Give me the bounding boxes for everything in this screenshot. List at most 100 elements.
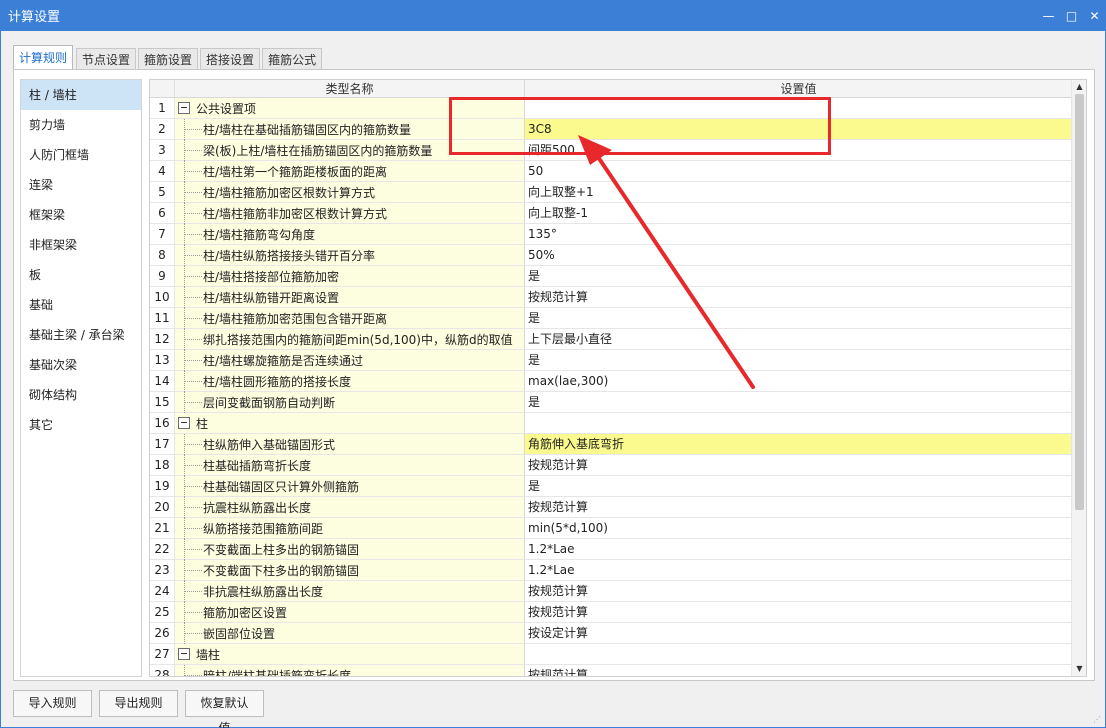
sidebar-item[interactable]: 其它 — [21, 410, 141, 440]
group-row[interactable]: 27 墙柱 — [150, 644, 1072, 665]
table-row[interactable]: 18 柱基础插筋弯折长度 按规范计算 — [150, 454, 1072, 476]
scroll-up-icon[interactable]: ▲ — [1072, 80, 1086, 94]
table-row[interactable]: 12 绑扎搭接范围内的箍筋间距min(5d,100)中，纵筋d的取值 上下层最小直径 — [150, 328, 1072, 350]
setting-value-cell[interactable]: 按设定计算 — [524, 623, 1072, 643]
tab-stirrup-formula[interactable]: 箍筋公式 — [262, 48, 323, 69]
table-row[interactable]: 9 柱/墙柱搭接部位箍筋加密 是 — [150, 265, 1072, 287]
tab-calc-rules[interactable]: 计算规则 — [13, 45, 74, 69]
row-index: 8 — [150, 245, 174, 265]
setting-value-cell[interactable]: 是 — [524, 476, 1072, 496]
table-row[interactable]: 20 抗震柱纵筋露出长度 按规范计算 — [150, 496, 1072, 518]
sidebar-item[interactable]: 剪力墙 — [21, 110, 141, 140]
table-row[interactable]: 14 柱/墙柱圆形箍筋的搭接长度 max(lae,300) — [150, 370, 1072, 392]
type-name-cell: 柱/墙柱箍筋非加密区根数计算方式 — [174, 202, 524, 224]
setting-value-cell[interactable]: 向上取整-1 — [524, 203, 1072, 223]
tree-line-icon — [175, 538, 203, 560]
import-rules-button[interactable]: 导入规则 — [13, 690, 92, 717]
table-row[interactable]: 21 纵筋搭接范围箍筋间距 min(5*d,100) — [150, 517, 1072, 539]
setting-value-cell[interactable]: 按规范计算 — [524, 602, 1072, 622]
close-icon[interactable]: ✕ — [1083, 0, 1106, 31]
table-row[interactable]: 22 不变截面上柱多出的钢筋锚固 1.2*Lae — [150, 538, 1072, 560]
setting-value-cell[interactable]: 上下层最小直径 — [524, 329, 1072, 349]
setting-value-cell[interactable]: 是 — [524, 266, 1072, 286]
type-name-cell: 暗柱/端柱基础插筋弯折长度 — [174, 664, 524, 676]
sidebar-item[interactable]: 基础次梁 — [21, 350, 141, 380]
table-row[interactable]: 26 嵌固部位设置 按设定计算 — [150, 622, 1072, 644]
minimize-icon[interactable]: — — [1037, 0, 1060, 31]
row-index: 9 — [150, 266, 174, 286]
setting-value-cell[interactable]: 是 — [524, 350, 1072, 370]
table-row[interactable]: 4 柱/墙柱第一个箍筋距楼板面的距离 50 — [150, 160, 1072, 182]
export-rules-button[interactable]: 导出规则 — [99, 690, 178, 717]
type-name-label: 不变截面上柱多出的钢筋锚固 — [203, 542, 360, 557]
tree-line-icon — [175, 202, 203, 224]
type-name-label: 层间变截面钢筋自动判断 — [203, 395, 336, 410]
setting-value-cell[interactable]: 向上取整+1 — [524, 182, 1072, 202]
type-name-label: 柱/墙柱箍筋加密范围包含错开距离 — [203, 311, 388, 326]
table-row[interactable]: 6 柱/墙柱箍筋非加密区根数计算方式 向上取整-1 — [150, 202, 1072, 224]
setting-value-cell[interactable]: max(lae,300) — [524, 371, 1072, 391]
table-row[interactable]: 5 柱/墙柱箍筋加密区根数计算方式 向上取整+1 — [150, 181, 1072, 203]
row-index: 17 — [150, 434, 174, 454]
setting-value-cell[interactable]: 角筋伸入基底弯折 — [524, 434, 1072, 454]
table-row[interactable]: 28 暗柱/端柱基础插筋弯折长度 按规范计算 — [150, 664, 1072, 676]
scroll-thumb[interactable] — [1075, 94, 1084, 510]
setting-value-cell[interactable]: 按规范计算 — [524, 455, 1072, 475]
setting-value-cell[interactable]: 按规范计算 — [524, 497, 1072, 517]
setting-value-cell[interactable]: 50 — [524, 161, 1072, 181]
collapse-icon[interactable] — [178, 102, 190, 114]
table-row[interactable]: 19 柱基础锚固区只计算外侧箍筋 是 — [150, 475, 1072, 497]
row-index: 2 — [150, 119, 174, 139]
tab-stirrup-settings[interactable]: 箍筋设置 — [138, 48, 199, 69]
sidebar-item[interactable]: 框架梁 — [21, 200, 141, 230]
setting-value-cell[interactable]: 1.2*Lae — [524, 560, 1072, 580]
scroll-down-icon[interactable]: ▼ — [1072, 662, 1086, 676]
collapse-icon[interactable] — [178, 417, 190, 429]
sidebar-item[interactable]: 人防门框墙 — [21, 140, 141, 170]
setting-value-cell[interactable]: 135° — [524, 224, 1072, 244]
row-index: 15 — [150, 392, 174, 412]
type-name-label: 绑扎搭接范围内的箍筋间距min(5d,100)中，纵筋d的取值 — [203, 332, 513, 347]
table-row[interactable]: 23 不变截面下柱多出的钢筋锚固 1.2*Lae — [150, 559, 1072, 581]
table-row[interactable]: 17 柱纵筋伸入基础锚固形式 角筋伸入基底弯折 — [150, 433, 1072, 455]
table-row[interactable]: 24 非抗震柱纵筋露出长度 按规范计算 — [150, 580, 1072, 602]
tab-node-settings[interactable]: 节点设置 — [76, 48, 137, 69]
tab-lap-settings[interactable]: 搭接设置 — [200, 48, 261, 69]
resize-grip-icon[interactable]: ⋰ — [1093, 715, 1103, 725]
vertical-scrollbar[interactable]: ▲ ▼ — [1071, 80, 1086, 676]
setting-value-cell[interactable]: min(5*d,100) — [524, 518, 1072, 538]
setting-value-cell[interactable]: 按规范计算 — [524, 581, 1072, 601]
table-row[interactable]: 8 柱/墙柱纵筋搭接接头错开百分率 50% — [150, 244, 1072, 266]
type-name-cell: 柱/墙柱箍筋弯勾角度 — [174, 223, 524, 245]
type-name-cell: 箍筋加密区设置 — [174, 601, 524, 623]
group-row[interactable]: 16 柱 — [150, 413, 1072, 434]
maximize-icon[interactable]: □ — [1060, 0, 1083, 31]
table-row[interactable]: 7 柱/墙柱箍筋弯勾角度 135° — [150, 223, 1072, 245]
row-index: 1 — [150, 98, 174, 118]
sidebar-item[interactable]: 基础 — [21, 290, 141, 320]
row-index: 24 — [150, 581, 174, 601]
table-row[interactable]: 25 箍筋加密区设置 按规范计算 — [150, 601, 1072, 623]
tree-line-icon — [175, 601, 203, 623]
table-row[interactable]: 13 柱/墙柱螺旋箍筋是否连续通过 是 — [150, 349, 1072, 371]
setting-value-cell[interactable]: 按规范计算 — [524, 287, 1072, 307]
table-row[interactable]: 15 层间变截面钢筋自动判断 是 — [150, 391, 1072, 413]
sidebar-item[interactable]: 基础主梁 / 承台梁 — [21, 320, 141, 350]
sidebar-item[interactable]: 板 — [21, 260, 141, 290]
table-row[interactable]: 10 柱/墙柱纵筋错开距离设置 按规范计算 — [150, 286, 1072, 308]
type-name-cell: 柱基础插筋弯折长度 — [174, 454, 524, 476]
sidebar-item[interactable]: 柱 / 墙柱 — [21, 80, 141, 110]
setting-value-cell[interactable]: 按规范计算 — [524, 665, 1072, 676]
tree-line-icon — [175, 328, 203, 350]
setting-value-cell[interactable]: 50% — [524, 245, 1072, 265]
table-row[interactable]: 11 柱/墙柱箍筋加密范围包含错开距离 是 — [150, 307, 1072, 329]
setting-value-cell[interactable]: 是 — [524, 392, 1072, 412]
restore-defaults-button[interactable]: 恢复默认值 — [185, 690, 264, 728]
setting-value-cell[interactable]: 1.2*Lae — [524, 539, 1072, 559]
sidebar-item[interactable]: 砌体结构 — [21, 380, 141, 410]
setting-value-cell[interactable]: 是 — [524, 308, 1072, 328]
sidebar-item[interactable]: 连梁 — [21, 170, 141, 200]
collapse-icon[interactable] — [178, 648, 190, 660]
row-index: 14 — [150, 371, 174, 391]
sidebar-item[interactable]: 非框架梁 — [21, 230, 141, 260]
